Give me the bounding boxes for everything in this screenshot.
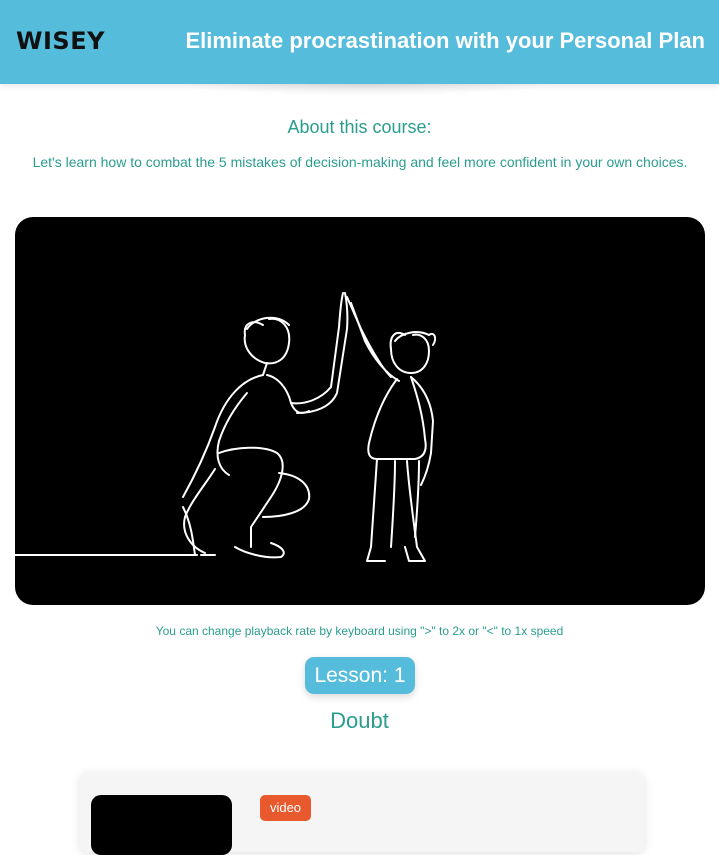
playback-rate-hint: You can change playback rate by keyboard… <box>155 624 564 638</box>
lesson-card[interactable]: video <box>80 772 644 855</box>
video-frame-illustration <box>15 292 437 562</box>
header-title: Eliminate procrastination with your Pers… <box>185 28 705 53</box>
lesson-number-badge: Lesson: 1 <box>305 657 415 694</box>
wisey-logo[interactable]: WISEY <box>16 27 105 55</box>
lesson-thumbnail[interactable] <box>91 795 232 855</box>
header-shadow <box>178 84 550 96</box>
content-type-badge: video <box>260 795 311 821</box>
about-course-title: About this course: <box>287 117 432 137</box>
video-player[interactable] <box>15 217 705 605</box>
top-header: WISEY Eliminate procrastination with you… <box>0 0 719 84</box>
lesson-title: Doubt <box>330 708 389 733</box>
about-course-description: Let's learn how to combat the 5 mistakes… <box>32 154 688 170</box>
